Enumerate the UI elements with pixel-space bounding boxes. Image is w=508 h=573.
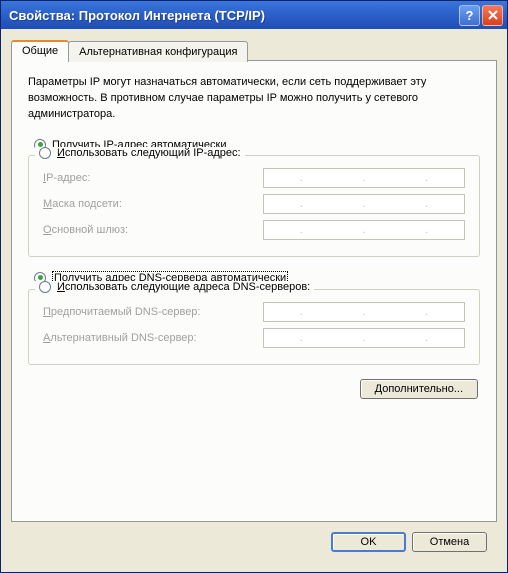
- label-alternate-dns: Альтернативный DNS-сервер:: [43, 332, 263, 344]
- radio-dns-manual-row[interactable]: Использовать следующие адреса DNS-сервер…: [35, 281, 314, 293]
- tabstrip: Общие Альтернативная конфигурация: [11, 39, 497, 60]
- radio-ip-manual[interactable]: [39, 147, 51, 159]
- label-ip-address: IP-адрес:: [43, 172, 263, 184]
- field-preferred-dns: Предпочитаемый DNS-сервер: ...: [43, 302, 465, 322]
- client-area: Общие Альтернативная конфигурация Параме…: [1, 29, 507, 572]
- field-ip-address: IP-адрес: ...: [43, 168, 465, 188]
- advanced-button[interactable]: Дополнительно...: [360, 379, 478, 399]
- group-ip-manual: Использовать следующий IP-адрес: IP-адре…: [28, 155, 480, 257]
- radio-ip-manual-row[interactable]: Использовать следующий IP-адрес:: [35, 147, 245, 159]
- input-alternate-dns[interactable]: ...: [263, 328, 465, 348]
- input-ip-address[interactable]: ...: [263, 168, 465, 188]
- window-title: Свойства: Протокол Интернета (TCP/IP): [9, 8, 459, 23]
- tab-general[interactable]: Общие: [11, 40, 69, 61]
- window: Свойства: Протокол Интернета (TCP/IP) ? …: [0, 0, 508, 573]
- titlebar: Свойства: Протокол Интернета (TCP/IP) ?: [1, 1, 507, 29]
- field-subnet-mask: Маска подсети: ...: [43, 194, 465, 214]
- field-alternate-dns: Альтернативный DNS-сервер: ...: [43, 328, 465, 348]
- tab-alternate[interactable]: Альтернативная конфигурация: [68, 41, 248, 62]
- ok-button[interactable]: OK: [331, 532, 406, 552]
- input-default-gateway[interactable]: ...: [263, 220, 465, 240]
- label-subnet-mask: Маска подсети:: [43, 198, 263, 210]
- field-default-gateway: Основной шлюз: ...: [43, 220, 465, 240]
- titlebar-buttons: ?: [459, 5, 503, 26]
- label-default-gateway: Основной шлюз:: [43, 224, 263, 236]
- input-subnet-mask[interactable]: ...: [263, 194, 465, 214]
- dialog-buttons: OK Отмена: [11, 522, 497, 562]
- radio-dns-manual[interactable]: [39, 281, 51, 293]
- label-preferred-dns: Предпочитаемый DNS-сервер:: [43, 306, 263, 318]
- advanced-row: Дополнительно...: [28, 379, 480, 399]
- close-icon: [488, 10, 498, 20]
- input-preferred-dns[interactable]: ...: [263, 302, 465, 322]
- radio-dns-manual-label: Использовать следующие адреса DNS-сервер…: [57, 281, 310, 293]
- cancel-button[interactable]: Отмена: [412, 532, 487, 552]
- group-dns-manual: Использовать следующие адреса DNS-сервер…: [28, 289, 480, 365]
- description-text: Параметры IP могут назначаться автоматич…: [28, 75, 480, 123]
- radio-ip-manual-label: Использовать следующий IP-адрес:: [57, 147, 241, 159]
- tab-pane-general: Параметры IP могут назначаться автоматич…: [11, 60, 497, 522]
- close-button[interactable]: [482, 5, 503, 26]
- help-button[interactable]: ?: [459, 5, 480, 26]
